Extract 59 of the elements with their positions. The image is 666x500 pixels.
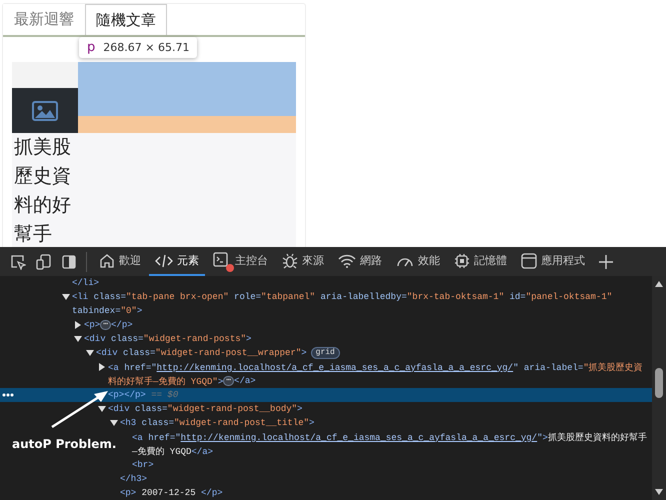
code-text: <p> (84, 320, 100, 330)
add-icon[interactable] (599, 254, 613, 268)
code-text: <a href="http://kenming.localhost/a_cf_e_iasma_ses_a_c_ayfasla_a_a_esrc_yg/" aria-label="抓美股歷史資 (108, 362, 643, 374)
devtools-tab[interactable]: 記憶體 (448, 247, 513, 276)
devtools-tab[interactable]: 主控台 (207, 247, 274, 276)
code-text: <p> 2007-12-25 </p> (120, 488, 223, 498)
post-title[interactable]: 抓美股歷史資料的好幫手 (12, 133, 76, 247)
ellipsis-button[interactable]: ⋯ (100, 320, 112, 330)
window-icon (521, 252, 537, 268)
grid-badge[interactable]: grid (310, 347, 340, 359)
devtools-tab[interactable]: 網路 (332, 247, 388, 276)
collapse-icon[interactable] (110, 419, 118, 427)
image-icon (32, 100, 58, 120)
annotation-arrow (50, 389, 110, 429)
collapse-icon[interactable] (74, 335, 82, 343)
devtools-tab[interactable]: 歡迎 (93, 247, 147, 276)
chip-icon (454, 252, 470, 268)
code-text: <div class="widget-rand-post__wrapper"> (96, 348, 307, 358)
code-text: </h3> (120, 474, 148, 484)
code-text: <a href="http://kenming.localhost/a_cf_e_iasma_ses_a_c_ayfasla_a_a_esrc_yg/">抓美股歷史資料的好幫手 (132, 432, 647, 444)
more-icon[interactable] (2, 393, 14, 397)
code-text: <div class="widget-rand-posts"> (84, 334, 252, 344)
code-text: <h3 class="widget-rand-post__title"> (120, 418, 314, 428)
code-text: —免費的 YGQD</a> (132, 446, 214, 458)
selected-row[interactable]: <p></p> == $0 (0, 388, 652, 402)
device-icon[interactable] (36, 254, 52, 270)
bug-icon (282, 252, 298, 268)
wifi-icon (338, 254, 356, 268)
scroll-down-icon[interactable] (654, 488, 664, 496)
code-text: </a> (234, 376, 256, 386)
scroll-up-icon[interactable] (654, 280, 664, 288)
scrollbar[interactable] (652, 276, 666, 500)
devtools-tab[interactable]: 來源 (276, 247, 330, 276)
collapse-icon[interactable] (98, 405, 106, 413)
code-text: tabindex="0"> (72, 306, 142, 316)
code-text: <div class="widget-rand-post__body"> (108, 404, 302, 414)
code-text: <br> (132, 460, 154, 470)
collapse-icon[interactable] (86, 349, 94, 357)
ellipsis-button[interactable]: ⋯ (223, 376, 234, 386)
expand-icon[interactable] (98, 363, 106, 371)
collapse-icon[interactable] (62, 293, 70, 301)
devtools-tab[interactable]: 效能 (390, 247, 446, 276)
tooltip-size: 268.67 × 65.71 (103, 41, 190, 54)
home-icon (99, 252, 115, 268)
widget-tab[interactable]: 隨機文章 (85, 4, 167, 35)
devtools-tab[interactable]: 元素 (149, 247, 205, 276)
inspect-icon[interactable] (10, 254, 26, 270)
expand-icon[interactable] (74, 321, 82, 329)
tooltip-tag: p (87, 40, 96, 55)
code-text: <p></p> == $0 (108, 390, 178, 400)
dock-icon[interactable] (62, 254, 76, 268)
scroll-thumb[interactable] (655, 368, 663, 398)
devtools-tab[interactable]: 應用程式 (515, 247, 591, 276)
code-text: </p> (111, 320, 133, 330)
code-text: 料的好幫手—免費的 YGQD"> (108, 376, 224, 388)
code-text: </li> (72, 278, 100, 288)
annotation-text: autoP Problem. (12, 437, 116, 451)
code-icon (155, 254, 173, 268)
code-text: <li class="tab-pane brx-open" role="tabpanel" aria-labelledby="brx-tab-oktsam-1" id="panel-oktsam-1" (72, 292, 612, 302)
